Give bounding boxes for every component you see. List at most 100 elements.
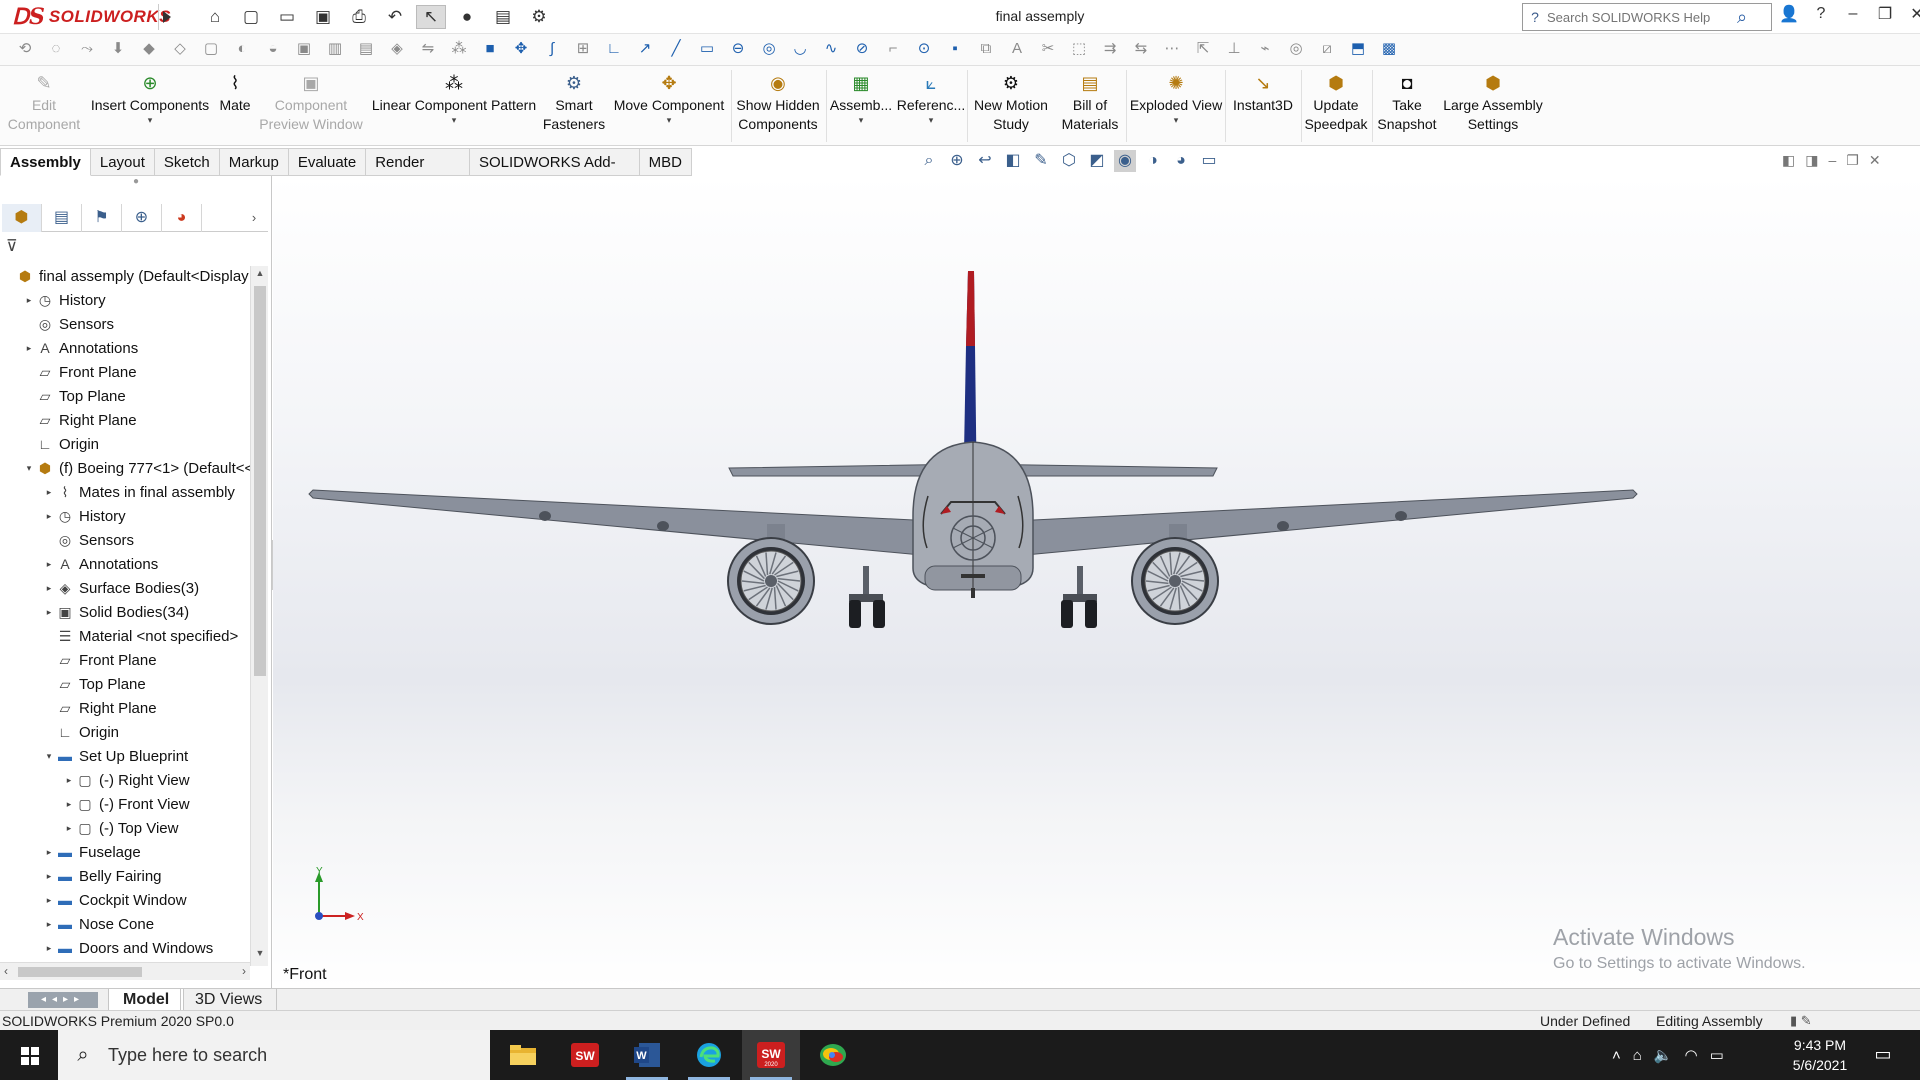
dynamic-annotation-icon[interactable]: ✎ xyxy=(1030,150,1052,172)
box-icon[interactable]: ⬚ xyxy=(1068,38,1090,60)
windows-start-button[interactable] xyxy=(0,1030,58,1080)
expand-arrow-icon[interactable]: ▸ xyxy=(42,943,56,954)
expand-arrow-icon[interactable]: ▸ xyxy=(62,775,76,786)
trim-icon[interactable]: ✂ xyxy=(1037,38,1059,60)
scroll-down-icon[interactable]: ▼ xyxy=(251,948,269,964)
configuration-manager-tab-icon[interactable]: ⚑ xyxy=(82,204,122,232)
tree-node[interactable]: ▱ Top Plane xyxy=(42,672,146,696)
help-search-input[interactable] xyxy=(1547,9,1727,25)
property-manager-tab-icon[interactable]: ▤ xyxy=(42,204,82,232)
component-preview-window-button[interactable]: ▣ Component Preview Window xyxy=(258,72,364,144)
tree-node[interactable]: ▸ ◷ History xyxy=(42,504,126,528)
rapid-sketch-icon[interactable]: ⧄ xyxy=(1316,38,1338,60)
wrap-icon[interactable]: ◈ xyxy=(386,38,408,60)
reference-geometry-button[interactable]: ⟀ Referenc... ▾ xyxy=(896,72,966,144)
solidworks-icon[interactable]: SW xyxy=(556,1030,614,1080)
tree-node[interactable]: ▸ ▢ (-) Top View xyxy=(62,816,179,840)
user-account-icon[interactable]: 👤 xyxy=(1778,4,1800,24)
panel-grip[interactable]: ● xyxy=(0,176,272,192)
menu-expand-arrow[interactable] xyxy=(158,4,174,30)
cut-icon[interactable]: ▢ xyxy=(200,38,222,60)
expand-arrow-icon[interactable]: ▸ xyxy=(42,895,56,906)
viewport-close-icon[interactable]: ✕ xyxy=(1869,152,1881,169)
move-component-button[interactable]: ✥ Move Component ▾ xyxy=(610,72,728,144)
expand-arrow-icon[interactable]: ▸ xyxy=(22,295,36,306)
viewport-prev-icon[interactable]: ◧ xyxy=(1782,152,1795,169)
tree-filter[interactable]: ⊽ xyxy=(2,236,266,260)
insert-components-button[interactable]: ⊕ Insert Components ▾ xyxy=(88,72,212,144)
taskbar-search-box[interactable]: ⌕ Type here to search xyxy=(58,1030,490,1080)
tree-node[interactable]: ▱ Top Plane xyxy=(22,384,126,408)
expand-arrow-icon[interactable]: ▸ xyxy=(42,583,56,594)
tree-node[interactable]: ▾ ▬ Set Up Blueprint xyxy=(42,744,189,768)
take-snapshot-button[interactable]: ◘ Take Snapshot xyxy=(1374,72,1440,144)
fillet-icon[interactable]: ◐ xyxy=(231,38,253,60)
solidworks-2020-icon[interactable]: SW 2020 xyxy=(742,1030,800,1080)
linear-component-pattern-button[interactable]: ⁂ Linear Component Pattern ▾ xyxy=(366,72,542,144)
chevron-down-icon[interactable]: ▾ xyxy=(88,115,212,125)
curve-icon[interactable]: ∫ xyxy=(541,38,563,60)
tab-model[interactable]: Model xyxy=(108,989,185,1011)
collapse-arrow-icon[interactable]: ▾ xyxy=(22,463,36,474)
relations-icon[interactable]: ⊥ xyxy=(1223,38,1245,60)
edit-appearance-icon[interactable]: ◑ xyxy=(1142,150,1164,172)
sketch-active-icon[interactable]: ⬒ xyxy=(1347,38,1369,60)
instant3d-button[interactable]: ↘ Instant3D xyxy=(1226,72,1300,144)
chevron-right-icon[interactable]: › xyxy=(246,204,262,232)
zoom-to-fit-icon[interactable]: ⌕ xyxy=(918,150,940,172)
help-search[interactable]: ? ⌕ xyxy=(1522,3,1772,31)
loft-icon[interactable]: ◆ xyxy=(138,38,160,60)
tree-node[interactable]: ▸ A Annotations xyxy=(42,552,159,576)
scroll-right-icon[interactable]: › xyxy=(242,964,246,978)
smart-dimension-icon[interactable]: ↗ xyxy=(634,38,656,60)
tree-node[interactable]: ▸ ▢ (-) Front View xyxy=(62,792,190,816)
tree-node[interactable]: ▱ Front Plane xyxy=(22,360,137,384)
select-icon[interactable]: ↖ xyxy=(416,5,446,29)
tree-horizontal-scrollbar[interactable]: ‹ › xyxy=(0,962,250,980)
display-pane-icon[interactable]: ▩ xyxy=(1378,38,1400,60)
word-icon[interactable]: W xyxy=(618,1030,676,1080)
text-tool-icon[interactable]: A xyxy=(1006,38,1028,60)
exploded-view-button[interactable]: ✺ Exploded View ▾ xyxy=(1128,72,1224,144)
tree-node[interactable]: ▸ ◈ Surface Bodies(3) xyxy=(42,576,199,600)
quick-snaps-icon[interactable]: ◎ xyxy=(1285,38,1307,60)
tab-layout[interactable]: Layout xyxy=(90,148,155,176)
chevron-down-icon[interactable]: ▾ xyxy=(366,115,542,125)
tree-node[interactable]: ▸ ▣ Solid Bodies(34) xyxy=(42,600,189,624)
pattern-icon[interactable]: ⁂ xyxy=(448,38,470,60)
edit-component-button[interactable]: ✎ Edit Component xyxy=(2,72,86,144)
revolve-icon[interactable]: ◌ xyxy=(45,38,67,60)
extrude-icon[interactable]: ⬇ xyxy=(107,38,129,60)
display-manager-tab-icon[interactable]: ◕ xyxy=(162,204,202,232)
expand-arrow-icon[interactable]: ▸ xyxy=(62,823,76,834)
tab-sketch[interactable]: Sketch xyxy=(154,148,220,176)
expand-arrow-icon[interactable]: ▸ xyxy=(42,871,56,882)
tree-vertical-scrollbar[interactable]: ▲ ▼ xyxy=(250,266,268,966)
tab-navigation-arrows[interactable]: ◂◂▸▸ xyxy=(28,992,98,1008)
feature-manager-tab-icon[interactable]: ⬢ xyxy=(2,204,42,232)
edge-icon[interactable] xyxy=(680,1030,738,1080)
sketch-tool-icon[interactable]: ⟲ xyxy=(14,38,36,60)
show-hidden-components-button[interactable]: ◉ Show Hidden Components xyxy=(732,72,824,144)
plane-tool-icon[interactable]: ⧉ xyxy=(975,38,997,60)
scroll-up-icon[interactable]: ▲ xyxy=(251,268,269,284)
expand-arrow-icon[interactable]: ▸ xyxy=(42,487,56,498)
network-icon[interactable]: ⌂ xyxy=(1633,1047,1642,1064)
tree-node[interactable]: ▸ ◷ History xyxy=(22,288,106,312)
tree-node[interactable]: ▸ A Annotations xyxy=(22,336,139,360)
fillet-sketch-icon[interactable]: ⌐ xyxy=(882,38,904,60)
repair-icon[interactable]: ⌁ xyxy=(1254,38,1276,60)
tree-node[interactable]: ▸ ▬ Belly Fairing xyxy=(42,864,162,888)
chevron-up-icon[interactable]: ˄ xyxy=(1612,1047,1621,1064)
sweep-icon[interactable]: ⤳ xyxy=(76,38,98,60)
expand-arrow-icon[interactable]: ▸ xyxy=(62,799,76,810)
draft-icon[interactable]: ▤ xyxy=(355,38,377,60)
tab-solidworks-add-ins[interactable]: SOLIDWORKS Add-Ins xyxy=(469,148,640,198)
open-icon[interactable]: ▭ xyxy=(272,5,302,29)
rectangle-icon[interactable]: ▭ xyxy=(696,38,718,60)
previous-view-icon[interactable]: ↩ xyxy=(974,150,996,172)
app-icon[interactable] xyxy=(804,1030,862,1080)
tree-node[interactable]: ▱ Right Plane xyxy=(42,696,157,720)
tree-node[interactable]: ▱ Front Plane xyxy=(42,648,157,672)
assembly-features-button[interactable]: ▦ Assemb... ▾ xyxy=(828,72,894,144)
